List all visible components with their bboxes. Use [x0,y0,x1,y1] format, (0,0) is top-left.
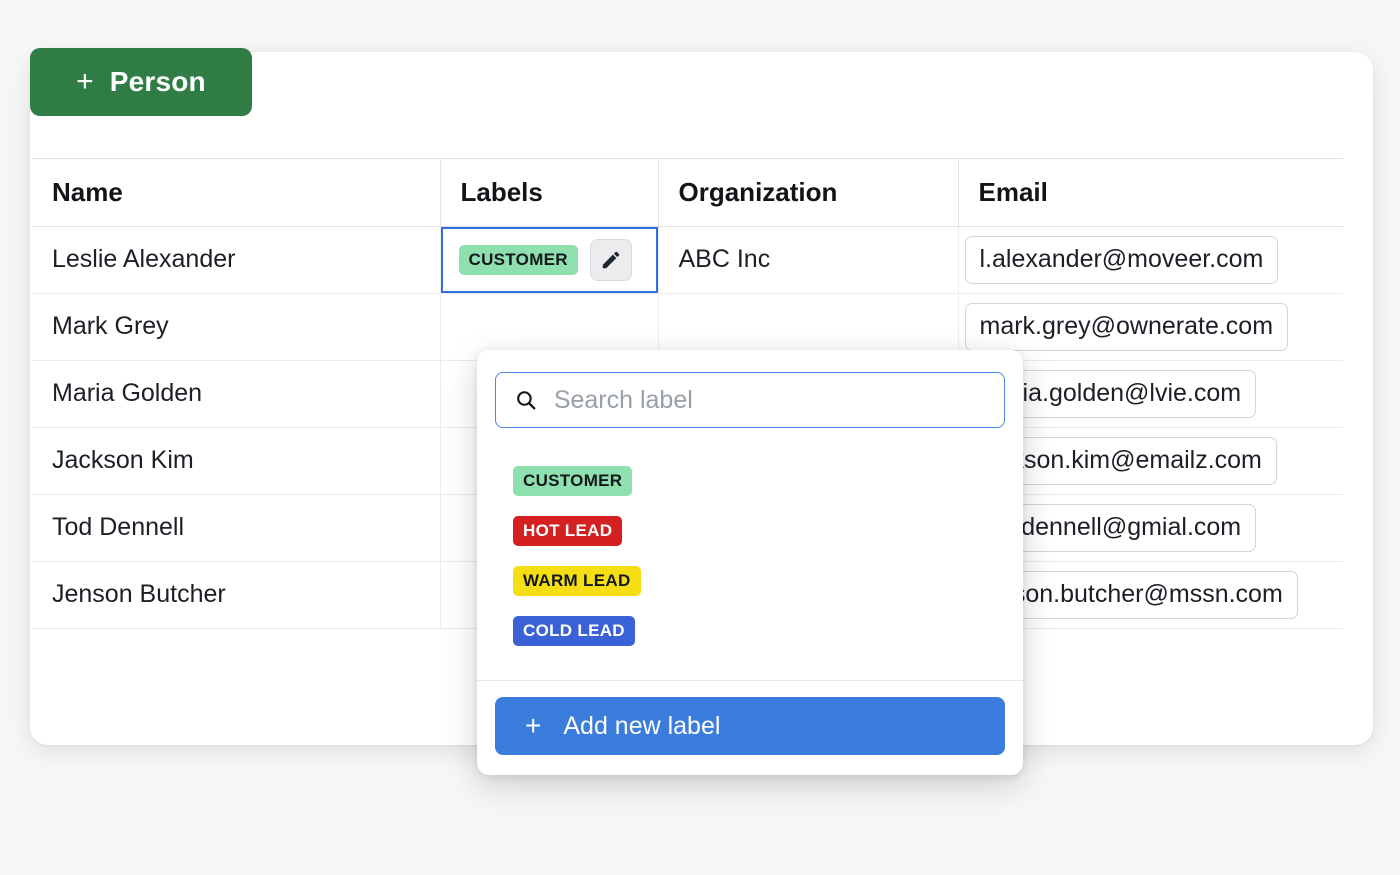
add-new-label-button[interactable]: + Add new label [495,697,1005,755]
cell-name[interactable]: Jackson Kim [32,427,440,495]
email-pill[interactable]: mark.grey@ownerate.com [964,302,1289,351]
label-search-zone [477,350,1023,450]
label-option-row[interactable]: HOT LEAD [477,506,1023,556]
add-person-label: Person [109,66,206,97]
add-person-button[interactable]: + Person [30,48,252,116]
cell-name[interactable]: Jenson Butcher [32,561,440,629]
cell-name[interactable]: Maria Golden [32,360,440,428]
cell-email[interactable]: l.alexander@moveer.com [957,226,1343,294]
plus-icon: + [525,710,542,741]
label-picker-footer: + Add new label [477,680,1023,775]
label-chip-customer[interactable]: CUSTOMER [458,244,578,275]
label-option-row[interactable]: CUSTOMER [477,456,1023,506]
label-search-box[interactable] [495,372,1005,428]
pencil-icon [602,251,620,268]
table-header-row: Name Labels Organization Email [32,159,1343,227]
column-header-email[interactable]: Email [957,159,1343,227]
app-screen: + Person Name Labels Organization Email … [0,0,1400,875]
search-icon [517,391,536,410]
edit-labels-button[interactable] [589,238,632,281]
label-option-row[interactable]: WARM LEAD [477,556,1023,606]
search-label-input[interactable] [553,385,986,415]
cell-name[interactable]: Mark Grey [32,293,440,361]
label-picker-popover: CUSTOMER HOT LEAD WARM LEAD COLD LEAD + … [477,350,1023,775]
email-pill[interactable]: l.alexander@moveer.com [964,235,1279,284]
cell-labels-selected[interactable]: CUSTOMER [439,226,658,294]
label-options-list: CUSTOMER HOT LEAD WARM LEAD COLD LEAD [477,450,1023,680]
label-chip[interactable]: CUSTOMER [513,466,633,496]
cell-name[interactable]: Leslie Alexander [32,226,440,294]
column-header-name[interactable]: Name [32,159,440,227]
plus-icon: + [76,65,94,98]
label-chip[interactable]: HOT LEAD [513,516,623,546]
cell-name[interactable]: Tod Dennell [32,494,440,562]
label-chip[interactable]: WARM LEAD [513,566,641,596]
cell-organization[interactable]: ABC Inc [657,226,958,294]
label-chip[interactable]: COLD LEAD [513,616,635,646]
label-option-row[interactable]: COLD LEAD [477,606,1023,656]
cell-email[interactable]: mark.grey@ownerate.com [957,293,1343,361]
table-row[interactable]: Leslie Alexander CUSTOMER ABC Inc l.alex… [32,226,1343,294]
column-header-organization[interactable]: Organization [657,159,958,227]
add-new-label-text: Add new label [563,711,721,740]
column-header-labels[interactable]: Labels [439,159,658,227]
